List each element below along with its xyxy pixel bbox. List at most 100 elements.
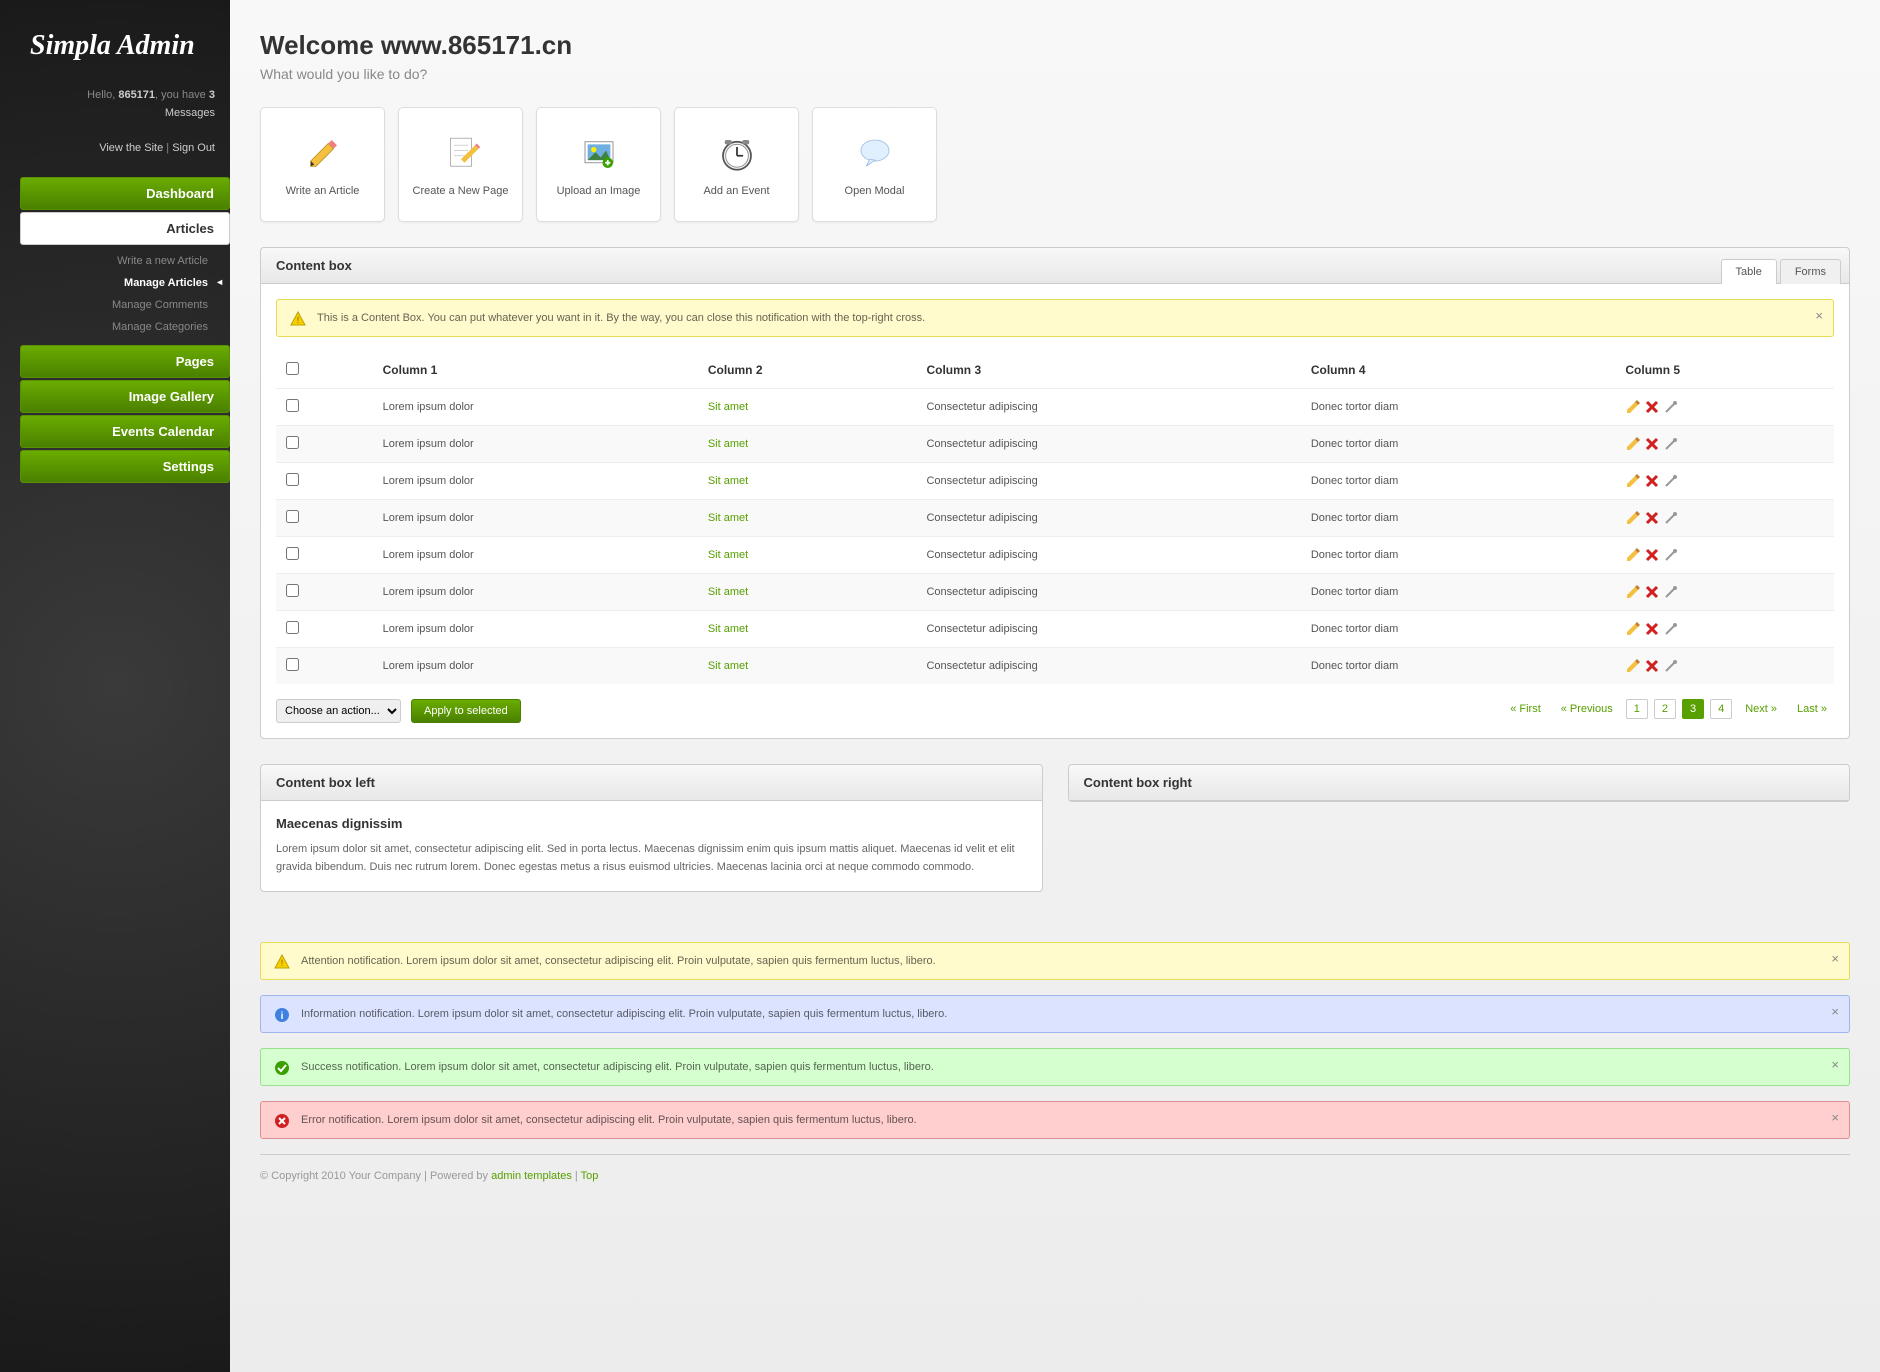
row-link[interactable]: Sit amet (708, 512, 748, 524)
close-icon[interactable]: × (1831, 1057, 1839, 1072)
delete-icon[interactable] (1644, 584, 1660, 600)
column-header: Column 4 (1301, 352, 1616, 389)
sign-out-link[interactable]: Sign Out (172, 142, 215, 154)
box-left-heading: Maecenas dignissim (276, 816, 1027, 831)
row-link[interactable]: Sit amet (708, 660, 748, 672)
shortcut-add-an-event[interactable]: Add an Event (674, 107, 799, 222)
messages-link[interactable]: Messages (165, 107, 215, 119)
row-checkbox[interactable] (286, 658, 299, 671)
page-next[interactable]: Next » (1738, 700, 1784, 718)
data-table: Column 1Column 2Column 3Column 4Column 5… (276, 352, 1834, 684)
page-first[interactable]: « First (1503, 700, 1548, 718)
delete-icon[interactable] (1644, 399, 1660, 415)
view-site-link[interactable]: View the Site (99, 142, 163, 154)
edit-icon[interactable] (1625, 473, 1641, 489)
footer-link-templates[interactable]: admin templates (491, 1170, 572, 1182)
page-number[interactable]: 3 (1682, 699, 1704, 719)
bulk-action-select[interactable]: Choose an action... (276, 699, 401, 723)
delete-icon[interactable] (1644, 547, 1660, 563)
content-box-right: Content box right (1068, 764, 1851, 802)
subnav-item-manage-articles[interactable]: Manage Articles (0, 272, 230, 294)
svg-text:!: ! (281, 958, 284, 968)
delete-icon[interactable] (1644, 510, 1660, 526)
nav-item-pages[interactable]: Pages (20, 345, 230, 378)
edit-icon[interactable] (1625, 399, 1641, 415)
shortcut-write-an-article[interactable]: Write an Article (260, 107, 385, 222)
table-notification: ! This is a Content Box. You can put wha… (276, 299, 1834, 337)
table-row: Lorem ipsum dolorSit ametConsectetur adi… (276, 574, 1834, 611)
tools-icon[interactable] (1663, 658, 1679, 674)
row-checkbox[interactable] (286, 510, 299, 523)
row-checkbox[interactable] (286, 584, 299, 597)
shortcut-upload-an-image[interactable]: Upload an Image (536, 107, 661, 222)
column-header: Column 1 (373, 352, 698, 389)
close-icon[interactable]: × (1815, 308, 1823, 323)
apply-button[interactable]: Apply to selected (411, 699, 521, 723)
footer: © Copyright 2010 Your Company | Powered … (260, 1154, 1850, 1197)
row-link[interactable]: Sit amet (708, 401, 748, 413)
tools-icon[interactable] (1663, 547, 1679, 563)
edit-icon[interactable] (1625, 547, 1641, 563)
row-checkbox[interactable] (286, 473, 299, 486)
subnav-item-manage-categories[interactable]: Manage Categories (0, 316, 230, 338)
page-prev[interactable]: « Previous (1554, 700, 1620, 718)
speech-icon (854, 133, 896, 175)
edit-icon[interactable] (1625, 510, 1641, 526)
attention-notification: ! Attention notification. Lorem ipsum do… (260, 942, 1850, 980)
edit-icon[interactable] (1625, 436, 1641, 452)
nav-item-events-calendar[interactable]: Events Calendar (20, 415, 230, 448)
nav-item-dashboard[interactable]: Dashboard (20, 177, 230, 210)
row-link[interactable]: Sit amet (708, 438, 748, 450)
select-all-checkbox[interactable] (286, 362, 299, 375)
delete-icon[interactable] (1644, 436, 1660, 452)
main-nav: DashboardArticlesWrite a new ArticleMana… (0, 177, 230, 483)
row-checkbox[interactable] (286, 399, 299, 412)
subnav-item-write-a-new-article[interactable]: Write a new Article (0, 250, 230, 272)
tools-icon[interactable] (1663, 510, 1679, 526)
row-actions (1625, 399, 1824, 415)
row-link[interactable]: Sit amet (708, 475, 748, 487)
main-content: Welcome www.865171.cn What would you lik… (230, 0, 1880, 1372)
nav-item-image-gallery[interactable]: Image Gallery (20, 380, 230, 413)
tools-icon[interactable] (1663, 473, 1679, 489)
row-checkbox[interactable] (286, 621, 299, 634)
close-icon[interactable]: × (1831, 1004, 1839, 1019)
table-row: Lorem ipsum dolorSit ametConsectetur adi… (276, 463, 1834, 500)
page-number[interactable]: 4 (1710, 699, 1732, 719)
tools-icon[interactable] (1663, 399, 1679, 415)
row-link[interactable]: Sit amet (708, 586, 748, 598)
tab-table[interactable]: Table (1721, 259, 1777, 284)
row-link[interactable]: Sit amet (708, 549, 748, 561)
tools-icon[interactable] (1663, 621, 1679, 637)
row-checkbox[interactable] (286, 547, 299, 560)
delete-icon[interactable] (1644, 658, 1660, 674)
box-left-title: Content box left (276, 775, 1027, 790)
nav-item-articles[interactable]: Articles (20, 212, 230, 245)
tools-icon[interactable] (1663, 584, 1679, 600)
page-last[interactable]: Last » (1790, 700, 1834, 718)
edit-icon[interactable] (1625, 658, 1641, 674)
content-box-title: Content box (276, 258, 1834, 273)
row-checkbox[interactable] (286, 436, 299, 449)
close-icon[interactable]: × (1831, 951, 1839, 966)
shortcut-open-modal[interactable]: Open Modal (812, 107, 937, 222)
table-row: Lorem ipsum dolorSit ametConsectetur adi… (276, 426, 1834, 463)
delete-icon[interactable] (1644, 473, 1660, 489)
subnav-item-manage-comments[interactable]: Manage Comments (0, 294, 230, 316)
bulk-actions: Choose an action... Apply to selected (276, 699, 521, 723)
page-number[interactable]: 1 (1626, 699, 1648, 719)
pagination: « First « Previous 1234 Next » Last » (1503, 699, 1834, 719)
delete-icon[interactable] (1644, 621, 1660, 637)
close-icon[interactable]: × (1831, 1110, 1839, 1125)
footer-link-top[interactable]: Top (581, 1170, 599, 1182)
nav-item-settings[interactable]: Settings (20, 450, 230, 483)
edit-icon[interactable] (1625, 621, 1641, 637)
row-link[interactable]: Sit amet (708, 623, 748, 635)
tools-icon[interactable] (1663, 436, 1679, 452)
tab-forms[interactable]: Forms (1780, 259, 1841, 284)
shortcut-create-a-new-page[interactable]: Create a New Page (398, 107, 523, 222)
content-box-left: Content box left Maecenas dignissim Lore… (260, 764, 1043, 892)
row-actions (1625, 510, 1824, 526)
edit-icon[interactable] (1625, 584, 1641, 600)
page-number[interactable]: 2 (1654, 699, 1676, 719)
